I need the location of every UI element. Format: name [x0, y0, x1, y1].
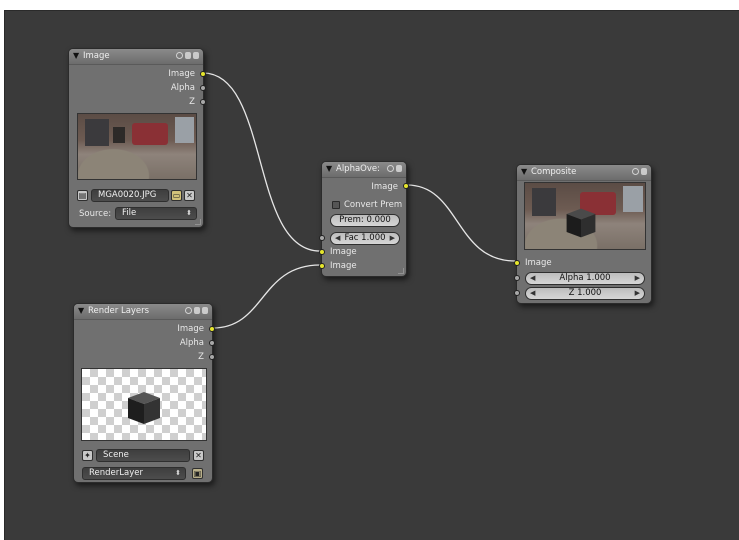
output-socket-image[interactable]	[200, 71, 206, 77]
scene-icon[interactable]: ✦	[82, 450, 93, 461]
composite-node[interactable]: ▼ Composite Image ◀ Alpha 1.000 ▶ ◀ Z 1.000…	[514, 164, 652, 304]
options-icon[interactable]	[396, 165, 402, 172]
convert-prem-checkbox[interactable]	[332, 201, 340, 209]
render-layers-node-header[interactable]: ▼ Render Layers	[74, 304, 212, 320]
dropdown-arrows-icon: ⬍	[175, 469, 181, 477]
image-node[interactable]: ▼ Image Image Alpha Z ▤ MGA0020.JPG ▭ ✕ …	[68, 48, 206, 228]
alpha-field[interactable]: ◀ Alpha 1.000 ▶	[525, 272, 645, 285]
alphaover-node-header[interactable]: ▼ AlphaOve:	[322, 162, 406, 178]
node-title: Image	[83, 51, 110, 61]
scene-field[interactable]: Scene	[96, 449, 190, 462]
collapse-triangle-icon[interactable]: ▼	[326, 164, 332, 173]
hide-sockets-icon[interactable]	[193, 52, 199, 59]
collapse-triangle-icon[interactable]: ▼	[521, 167, 527, 176]
output-label-image: Image	[177, 324, 204, 334]
preview-toggle-icon[interactable]	[632, 168, 639, 175]
z-field[interactable]: ◀ Z 1.000 ▶	[525, 287, 645, 300]
input-label-image: Image	[525, 258, 552, 268]
folder-icon[interactable]: ▭	[171, 190, 182, 201]
fac-field[interactable]: ◀ Fac 1.000 ▶	[330, 232, 400, 245]
collapse-triangle-icon[interactable]: ▼	[78, 306, 84, 315]
input-label-image-1: Image	[330, 247, 357, 257]
resize-handle[interactable]	[398, 268, 404, 274]
node-title: Composite	[531, 167, 577, 177]
output-label-image: Image	[371, 182, 398, 192]
preview-toggle-icon[interactable]	[185, 307, 192, 314]
output-label-z: Z	[189, 97, 195, 107]
input-label-image-2: Image	[330, 261, 357, 271]
options-icon[interactable]	[194, 307, 200, 314]
convert-prem-label: Convert Prem	[344, 200, 403, 210]
render-preview	[81, 368, 207, 441]
image-node-header[interactable]: ▼ Image	[69, 49, 203, 65]
output-socket-image[interactable]	[209, 326, 215, 332]
input-socket-z[interactable]	[514, 290, 520, 296]
preview-toggle-icon[interactable]	[387, 165, 394, 172]
output-socket-z[interactable]	[200, 99, 206, 105]
source-dropdown[interactable]: File ⬍	[115, 207, 197, 220]
options-icon[interactable]	[641, 168, 647, 175]
composite-preview	[524, 182, 646, 250]
output-socket-alpha[interactable]	[200, 85, 206, 91]
input-socket-fac[interactable]	[319, 235, 325, 241]
renderlayer-dropdown[interactable]: RenderLayer ⬍	[82, 467, 186, 480]
image-filename-field[interactable]: MGA0020.JPG	[91, 189, 169, 202]
output-label-image: Image	[168, 69, 195, 79]
output-label-alpha: Alpha	[170, 83, 195, 93]
unlink-x-icon[interactable]: ✕	[184, 190, 195, 201]
node-title: Render Layers	[88, 306, 150, 316]
output-socket-image[interactable]	[403, 183, 409, 189]
unlink-x-icon[interactable]: ✕	[193, 450, 204, 461]
hide-sockets-icon[interactable]	[202, 307, 208, 314]
input-socket-image[interactable]	[514, 260, 520, 266]
render-layers-node[interactable]: ▼ Render Layers Image Alpha Z ✦ Scene ✕ …	[73, 303, 215, 483]
output-label-z: Z	[198, 352, 204, 362]
premul-field[interactable]: Prem: 0.000	[330, 214, 400, 227]
render-icon[interactable]: ▣	[192, 468, 203, 479]
alphaover-node[interactable]: ▼ AlphaOve: Image Convert Prem Prem: 0.0…	[319, 161, 409, 277]
output-socket-alpha[interactable]	[209, 340, 215, 346]
image-browse-icon[interactable]: ▤	[77, 190, 88, 201]
image-preview	[77, 113, 197, 180]
input-socket-alpha[interactable]	[514, 275, 520, 281]
cube-render-icon	[566, 208, 596, 238]
composite-node-header[interactable]: ▼ Composite	[517, 165, 651, 181]
cube-render-icon	[128, 392, 160, 424]
source-label: Source:	[79, 209, 112, 219]
input-socket-image-2[interactable]	[319, 263, 325, 269]
collapse-triangle-icon[interactable]: ▼	[73, 51, 79, 60]
output-label-alpha: Alpha	[179, 338, 204, 348]
dropdown-arrows-icon: ⬍	[186, 209, 192, 217]
input-socket-image-1[interactable]	[319, 249, 325, 255]
preview-toggle-icon[interactable]	[176, 52, 183, 59]
node-title: AlphaOve:	[336, 164, 380, 174]
options-icon[interactable]	[185, 52, 191, 59]
resize-handle[interactable]	[195, 219, 201, 225]
output-socket-z[interactable]	[209, 354, 215, 360]
